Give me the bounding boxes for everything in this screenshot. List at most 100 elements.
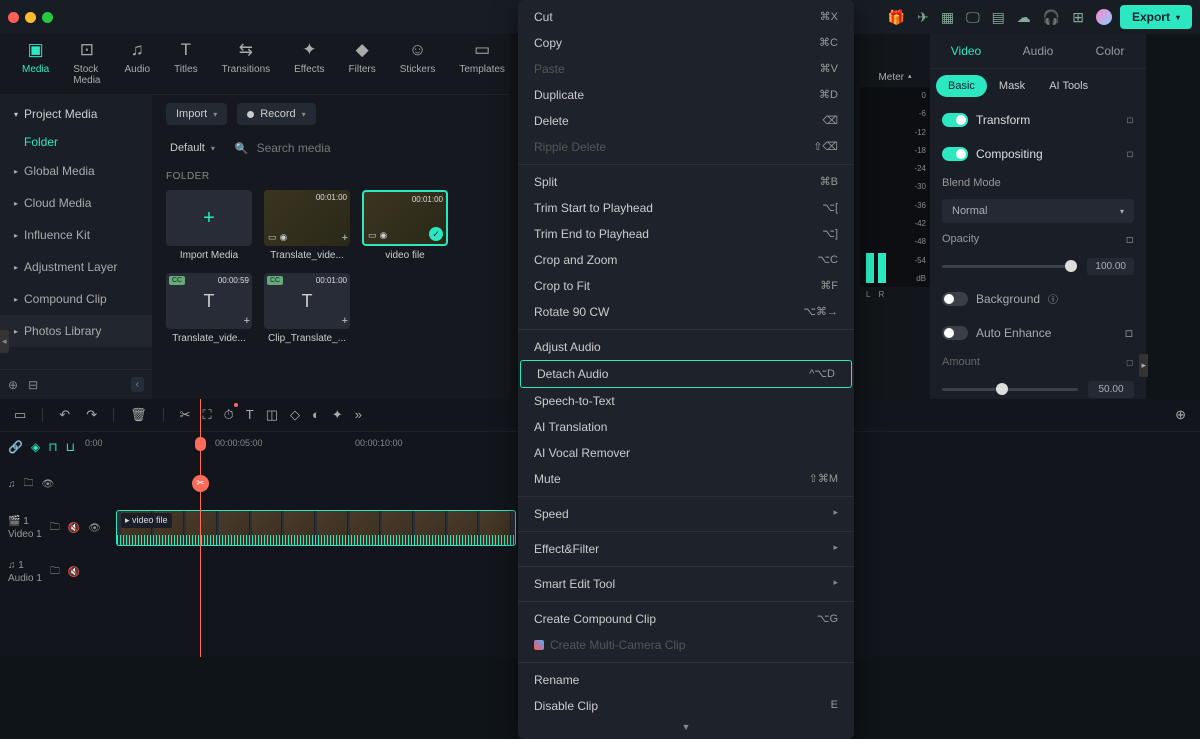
amount-slider[interactable] [942, 388, 1078, 391]
tab-audio[interactable]: ♫Audio [112, 40, 162, 86]
text-icon[interactable]: T [246, 407, 254, 423]
ctx-create-compound-clip[interactable]: Create Compound Clip⌥G [518, 606, 854, 632]
tab-templates[interactable]: ▭Templates [447, 40, 517, 86]
ctx-cut[interactable]: Cut⌘X [518, 4, 854, 30]
gift-icon[interactable]: 🎁 [888, 9, 905, 26]
magnet-icon[interactable]: ⊓ [48, 440, 57, 454]
snap-icon[interactable]: ⊔ [66, 440, 75, 454]
toggle-compositing[interactable] [942, 147, 968, 161]
toggle-background[interactable] [942, 292, 968, 306]
sidebar-influence-kit[interactable]: Influence Kit [0, 219, 152, 251]
ctx-trim-end-to-playhead[interactable]: Trim End to Playhead⌥] [518, 221, 854, 247]
ctx-crop-to-fit[interactable]: Crop to Fit⌘F [518, 273, 854, 299]
link-icon[interactable]: 🔗 [8, 440, 23, 454]
send-icon[interactable]: ✈ [917, 9, 929, 26]
ctx-speech-to-text[interactable]: Speech-to-Text [518, 388, 854, 414]
delete-icon[interactable]: 🗑 [130, 407, 147, 423]
video-track-header[interactable]: ♫🗀👁 [8, 476, 108, 493]
keyframe-icon[interactable]: ◇ [1124, 113, 1137, 126]
record-button[interactable]: Record [237, 103, 315, 125]
select-tool-icon[interactable]: ▭ [14, 407, 26, 423]
amount-value[interactable]: 50.00 [1088, 381, 1134, 398]
media-card[interactable]: +Import Media [166, 190, 252, 261]
subtab-mask[interactable]: Mask [987, 75, 1037, 97]
sidebar-cloud-media[interactable]: Cloud Media [0, 187, 152, 219]
search-input[interactable]: Search media [231, 137, 496, 159]
keyframe-icon[interactable]: ◇ [1124, 147, 1137, 160]
toggle-transform[interactable] [942, 113, 968, 127]
tab-stickers[interactable]: ☺Stickers [388, 40, 448, 86]
media-card[interactable]: 00:01:00▭◉✓video file [362, 190, 448, 261]
tab-stock[interactable]: ⊡Stock Media [61, 40, 112, 86]
mask-icon[interactable]: ◫ [266, 407, 278, 423]
opacity-slider[interactable] [942, 265, 1077, 268]
tab-titles[interactable]: TTitles [162, 40, 210, 86]
window-controls[interactable] [8, 12, 53, 23]
keyframe-icon[interactable]: ◇ [1122, 232, 1137, 247]
tab-media[interactable]: ▣Media [10, 40, 61, 86]
playhead[interactable]: ✂ [200, 399, 201, 657]
fx-icon[interactable]: ✦ [332, 407, 343, 423]
keyframe-tool-icon[interactable]: ◇ [290, 407, 300, 423]
add-marker-icon[interactable]: ⊕ [1175, 407, 1186, 423]
ctx-adjust-audio[interactable]: Adjust Audio [518, 334, 854, 360]
ctx-rename[interactable]: Rename [518, 667, 854, 693]
subtab-ai-tools[interactable]: AI Tools [1037, 75, 1100, 97]
tab-effects[interactable]: ✦Effects [282, 40, 336, 86]
tab-video[interactable]: Video [930, 34, 1002, 68]
ctx-mute[interactable]: Mute⇧⌘M [518, 466, 854, 492]
save-icon[interactable]: ▦ [941, 9, 954, 26]
export-button[interactable]: Export [1120, 5, 1192, 29]
collapse-left-icon[interactable]: ◂ [0, 330, 9, 353]
sort-button[interactable]: Default [166, 140, 219, 156]
ctx-ai-vocal-remover[interactable]: AI Vocal Remover [518, 440, 854, 466]
ctx-rotate-cw[interactable]: Rotate 90 CW⌥⌘→ [518, 299, 854, 325]
apps-icon[interactable]: ⊞ [1072, 9, 1084, 26]
import-button[interactable]: Import [166, 103, 227, 125]
ctx-trim-start-to-playhead[interactable]: Trim Start to Playhead⌥[ [518, 195, 854, 221]
tab-transitions[interactable]: ⇆Transitions [210, 40, 283, 86]
meter-label[interactable]: Meter [860, 68, 930, 87]
avatar-icon[interactable] [1096, 9, 1112, 25]
video-track-1[interactable]: 🎬 1Video 1🗀🔇👁 [8, 516, 108, 540]
keyframe-icon[interactable]: ◇ [1121, 325, 1137, 341]
media-card[interactable]: 00:01:00▭◉+Translate_vide... [264, 190, 350, 261]
more-icon[interactable]: » [355, 407, 362, 423]
tab-color[interactable]: Color [1074, 34, 1146, 68]
ctx-duplicate[interactable]: Duplicate⌘D [518, 82, 854, 108]
sidebar-adjustment-layer[interactable]: Adjustment Layer [0, 251, 152, 283]
display-icon[interactable]: 🖵 [966, 9, 980, 26]
cut-icon[interactable]: ✂ [180, 407, 191, 423]
blend-select[interactable]: Normal [942, 199, 1134, 223]
audio-track-1[interactable]: ♫ 1Audio 1🗀🔇 [8, 560, 108, 584]
redo-icon[interactable]: ↷ [86, 407, 97, 423]
cloud-icon[interactable]: ☁ [1017, 9, 1031, 26]
collapse-sidebar-icon[interactable]: ‹ [131, 377, 144, 392]
tab-audio[interactable]: Audio [1002, 34, 1074, 68]
media-card[interactable]: T00:01:00CC+Clip_Translate_... [264, 273, 350, 344]
sidebar-photos-library[interactable]: Photos Library [0, 315, 152, 347]
ctx-smart-edit-tool[interactable]: Smart Edit Tool [518, 571, 854, 597]
ctx-crop-and-zoom[interactable]: Crop and Zoom⌥C [518, 247, 854, 273]
razor-icon[interactable]: ✂ [192, 475, 209, 492]
media-card[interactable]: T00:00:59CC+Translate_vide... [166, 273, 252, 344]
tab-filters[interactable]: ◆Filters [337, 40, 388, 86]
toggle-auto-enhance[interactable] [942, 326, 968, 340]
subtab-basic[interactable]: Basic [936, 75, 987, 97]
ctx-copy[interactable]: Copy⌘C [518, 30, 854, 56]
speed-icon[interactable]: ⏱ [224, 407, 234, 423]
ctx-ai-translation[interactable]: AI Translation [518, 414, 854, 440]
headset-icon[interactable]: 🎧 [1043, 9, 1060, 26]
marker-icon[interactable]: ◈ [31, 440, 40, 454]
ctx-detach-audio[interactable]: Detach Audio^⌥D [520, 360, 852, 388]
expand-panel-icon[interactable]: ▸ [1139, 354, 1148, 377]
sidebar-project-media[interactable]: Project Media [0, 99, 152, 129]
undo-icon[interactable]: ↶ [59, 407, 70, 423]
ctx-delete[interactable]: Delete⌫ [518, 108, 854, 134]
ctx-effect-filter[interactable]: Effect&Filter [518, 536, 854, 562]
ctx-disable-clip[interactable]: Disable ClipE [518, 693, 854, 719]
sidebar-global-media[interactable]: Global Media [0, 155, 152, 187]
opacity-value[interactable]: 100.00 [1087, 258, 1134, 275]
crop-icon[interactable]: ⛶ [203, 407, 212, 423]
sidebar-compound-clip[interactable]: Compound Clip [0, 283, 152, 315]
